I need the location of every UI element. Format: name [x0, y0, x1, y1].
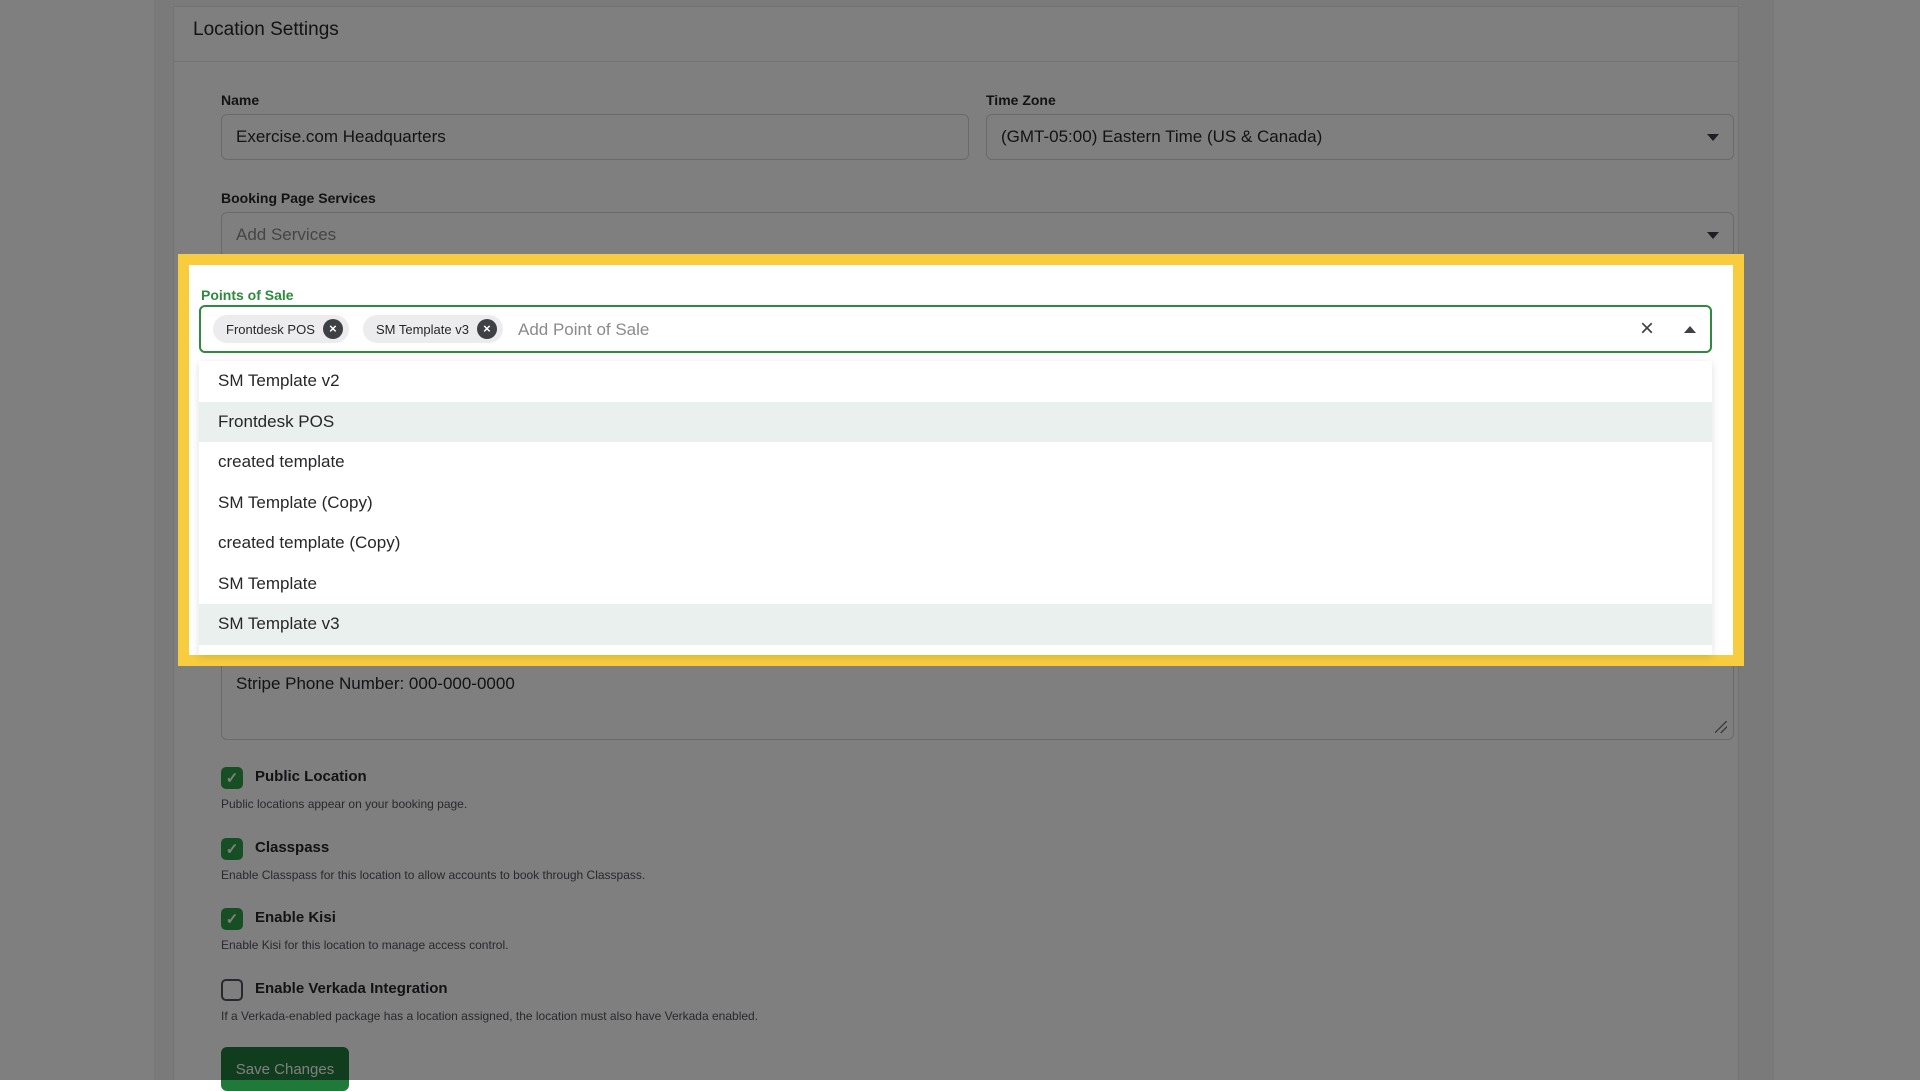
menu-item[interactable]: SM Template v2: [199, 361, 1712, 402]
points-of-sale-menu: SM Template v2 Frontdesk POS created tem…: [199, 361, 1712, 655]
remove-chip-icon[interactable]: ×: [322, 319, 343, 339]
points-of-sale-placeholder[interactable]: Add Point of Sale: [518, 320, 649, 340]
menu-item[interactable]: Frontdesk POS: [199, 401, 1712, 442]
points-of-sale-label: Points of Sale: [201, 287, 294, 303]
clear-icon[interactable]: ×: [1640, 315, 1654, 343]
points-of-sale-highlight: Points of Sale Frontdesk POS × SM Templa…: [178, 254, 1744, 666]
chip-sm-template-v3: SM Template v3 ×: [363, 315, 503, 343]
chip-label: Frontdesk POS: [226, 321, 315, 337]
menu-item[interactable]: SM Template (Copy): [199, 483, 1712, 524]
menu-item[interactable]: created template (Copy): [199, 523, 1712, 564]
menu-item[interactable]: SM Template v3: [199, 604, 1712, 645]
remove-chip-icon[interactable]: ×: [476, 319, 497, 339]
menu-item[interactable]: created template: [199, 442, 1712, 483]
menu-item[interactable]: SM Template: [199, 564, 1712, 605]
points-of-sale-select[interactable]: Frontdesk POS × SM Template v3 × Add Poi…: [199, 305, 1712, 353]
chevron-up-icon[interactable]: [1684, 326, 1696, 333]
chip-label: SM Template v3: [376, 321, 469, 337]
chip-frontdesk-pos: Frontdesk POS ×: [213, 315, 349, 343]
